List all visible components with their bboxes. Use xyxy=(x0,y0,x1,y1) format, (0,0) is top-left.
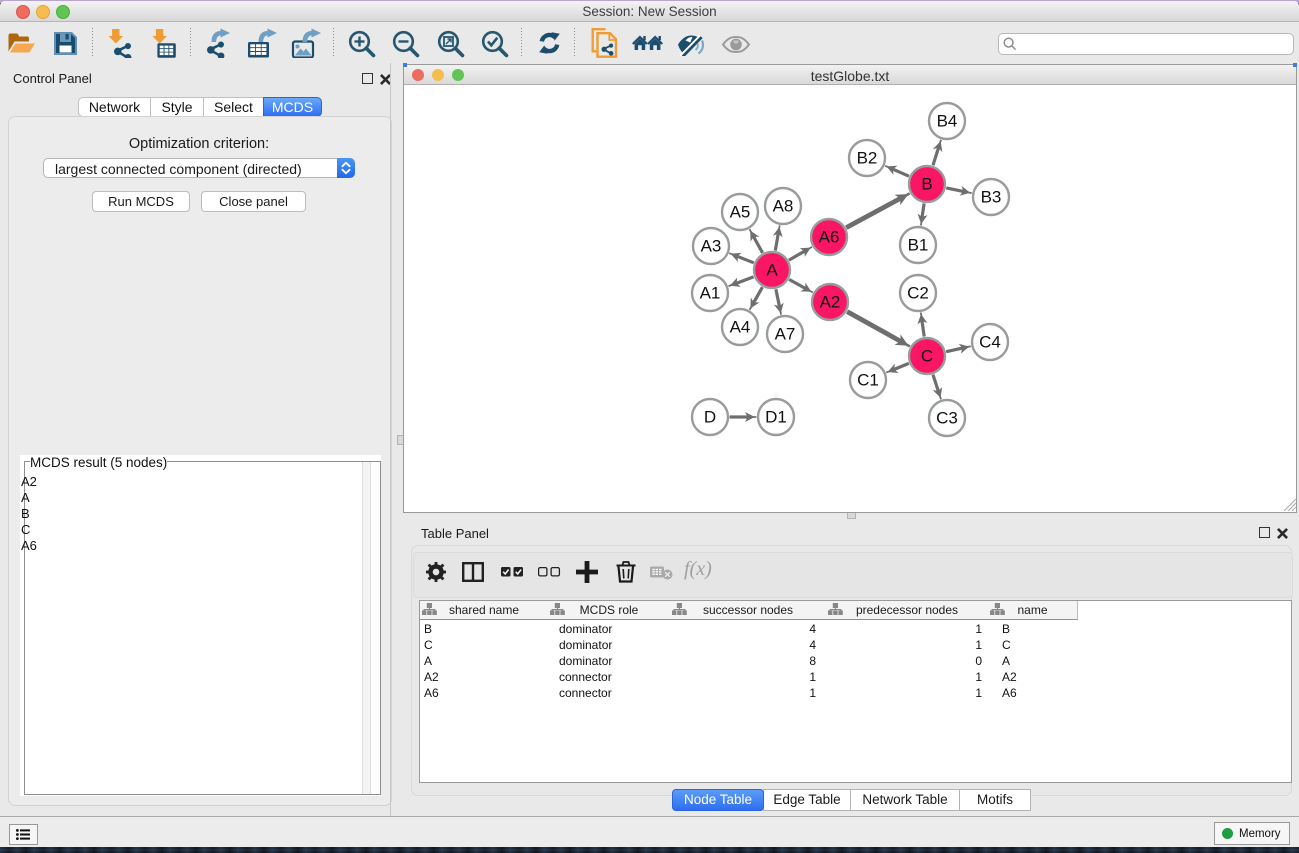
svg-text:B2: B2 xyxy=(857,149,878,168)
svg-text:D1: D1 xyxy=(765,408,787,427)
svg-text:C3: C3 xyxy=(936,409,958,428)
svg-text:A6: A6 xyxy=(819,228,840,247)
svg-text:A3: A3 xyxy=(701,237,722,256)
svg-text:A: A xyxy=(766,261,778,280)
svg-text:A8: A8 xyxy=(773,197,794,216)
svg-text:A7: A7 xyxy=(775,325,796,344)
svg-text:B4: B4 xyxy=(937,112,958,131)
svg-text:B1: B1 xyxy=(908,236,929,255)
svg-text:A4: A4 xyxy=(730,318,751,337)
svg-text:C1: C1 xyxy=(857,371,879,390)
svg-text:C4: C4 xyxy=(979,333,1001,352)
svg-text:A5: A5 xyxy=(730,203,751,222)
svg-text:A2: A2 xyxy=(820,293,841,312)
svg-text:C2: C2 xyxy=(907,284,929,303)
svg-text:C: C xyxy=(921,347,933,366)
svg-text:B: B xyxy=(921,175,932,194)
svg-text:D: D xyxy=(704,408,716,427)
svg-text:B3: B3 xyxy=(981,188,1002,207)
svg-text:A1: A1 xyxy=(700,284,721,303)
